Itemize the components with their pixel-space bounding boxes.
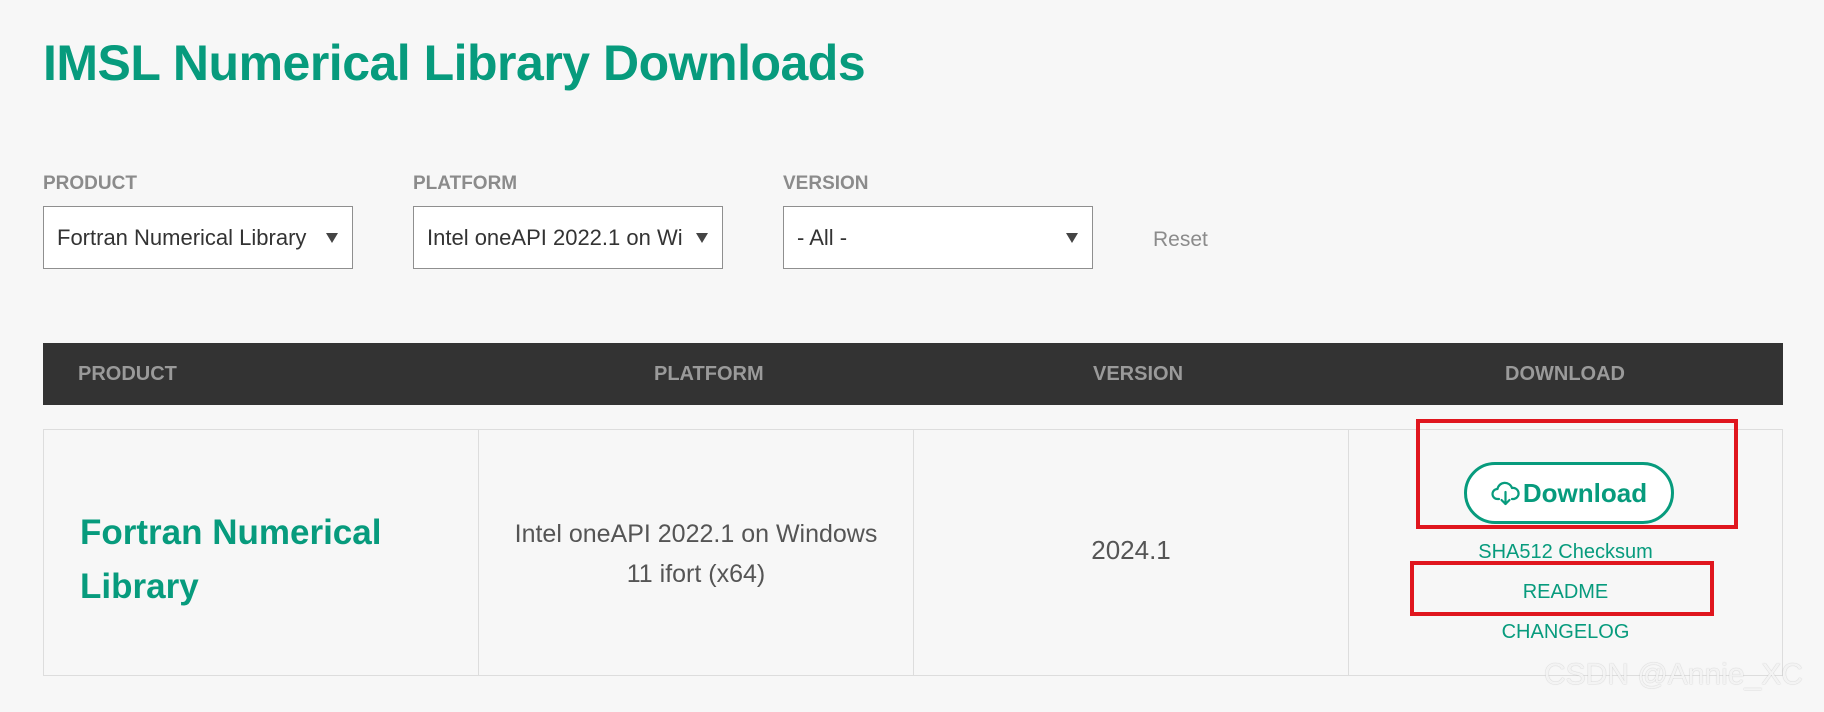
product-filter: PRODUCT Fortran Numerical Library — [43, 172, 353, 269]
table-header: PRODUCT PLATFORM VERSION DOWNLOAD — [43, 343, 1783, 405]
product-filter-label: PRODUCT — [43, 173, 137, 194]
reset-link[interactable]: Reset — [1153, 228, 1208, 252]
version-cell: 2024.1 — [914, 430, 1349, 675]
column-header-platform[interactable]: PLATFORM — [654, 343, 764, 405]
column-header-download: DOWNLOAD — [1505, 363, 1625, 385]
version-select[interactable]: - All - — [783, 206, 1093, 269]
product-select[interactable]: Fortran Numerical Library — [43, 206, 353, 269]
chevron-down-icon — [326, 233, 338, 243]
table-row: Fortran Numerical Library Intel oneAPI 2… — [43, 429, 1783, 676]
version-number: 2024.1 — [1091, 535, 1171, 565]
version-select-value: - All - — [797, 225, 848, 250]
download-cell: Download SHA512 Checksum README CHANGELO… — [1349, 430, 1782, 675]
column-header-version[interactable]: VERSION — [1093, 343, 1183, 405]
platform-name: Intel oneAPI 2022.1 on Windows 11 ifort … — [514, 520, 878, 588]
column-header-product[interactable]: PRODUCT — [78, 343, 177, 405]
changelog-link[interactable]: CHANGELOG — [1349, 621, 1782, 644]
chevron-down-icon — [696, 233, 708, 243]
product-select-value: Fortran Numerical Library — [57, 225, 307, 250]
product-cell: Fortran Numerical Library — [44, 430, 479, 675]
watermark: CSDN @Annie_XC — [1544, 658, 1803, 691]
version-filter-label: VERSION — [783, 173, 869, 194]
platform-cell: Intel oneAPI 2022.1 on Windows 11 ifort … — [479, 430, 914, 675]
platform-filter-label: PLATFORM — [413, 173, 518, 194]
cloud-download-icon — [1491, 481, 1520, 506]
sha512-checksum-link[interactable]: SHA512 Checksum — [1349, 541, 1782, 564]
page-title: IMSL Numerical Library Downloads — [43, 35, 866, 91]
platform-select-value: Intel oneAPI 2022.1 on Windows 11 ifort … — [427, 225, 684, 250]
download-label: Download — [1522, 477, 1648, 508]
platform-filter: PLATFORM Intel oneAPI 2022.1 on Windows … — [413, 172, 723, 269]
version-filter: VERSION - All - — [783, 172, 1093, 269]
chevron-down-icon — [1066, 233, 1078, 243]
platform-select[interactable]: Intel oneAPI 2022.1 on Windows 11 ifort … — [413, 206, 723, 269]
readme-link[interactable]: README — [1349, 581, 1782, 604]
product-name: Fortran Numerical Library — [80, 513, 382, 606]
download-button[interactable]: Download — [1464, 462, 1674, 524]
